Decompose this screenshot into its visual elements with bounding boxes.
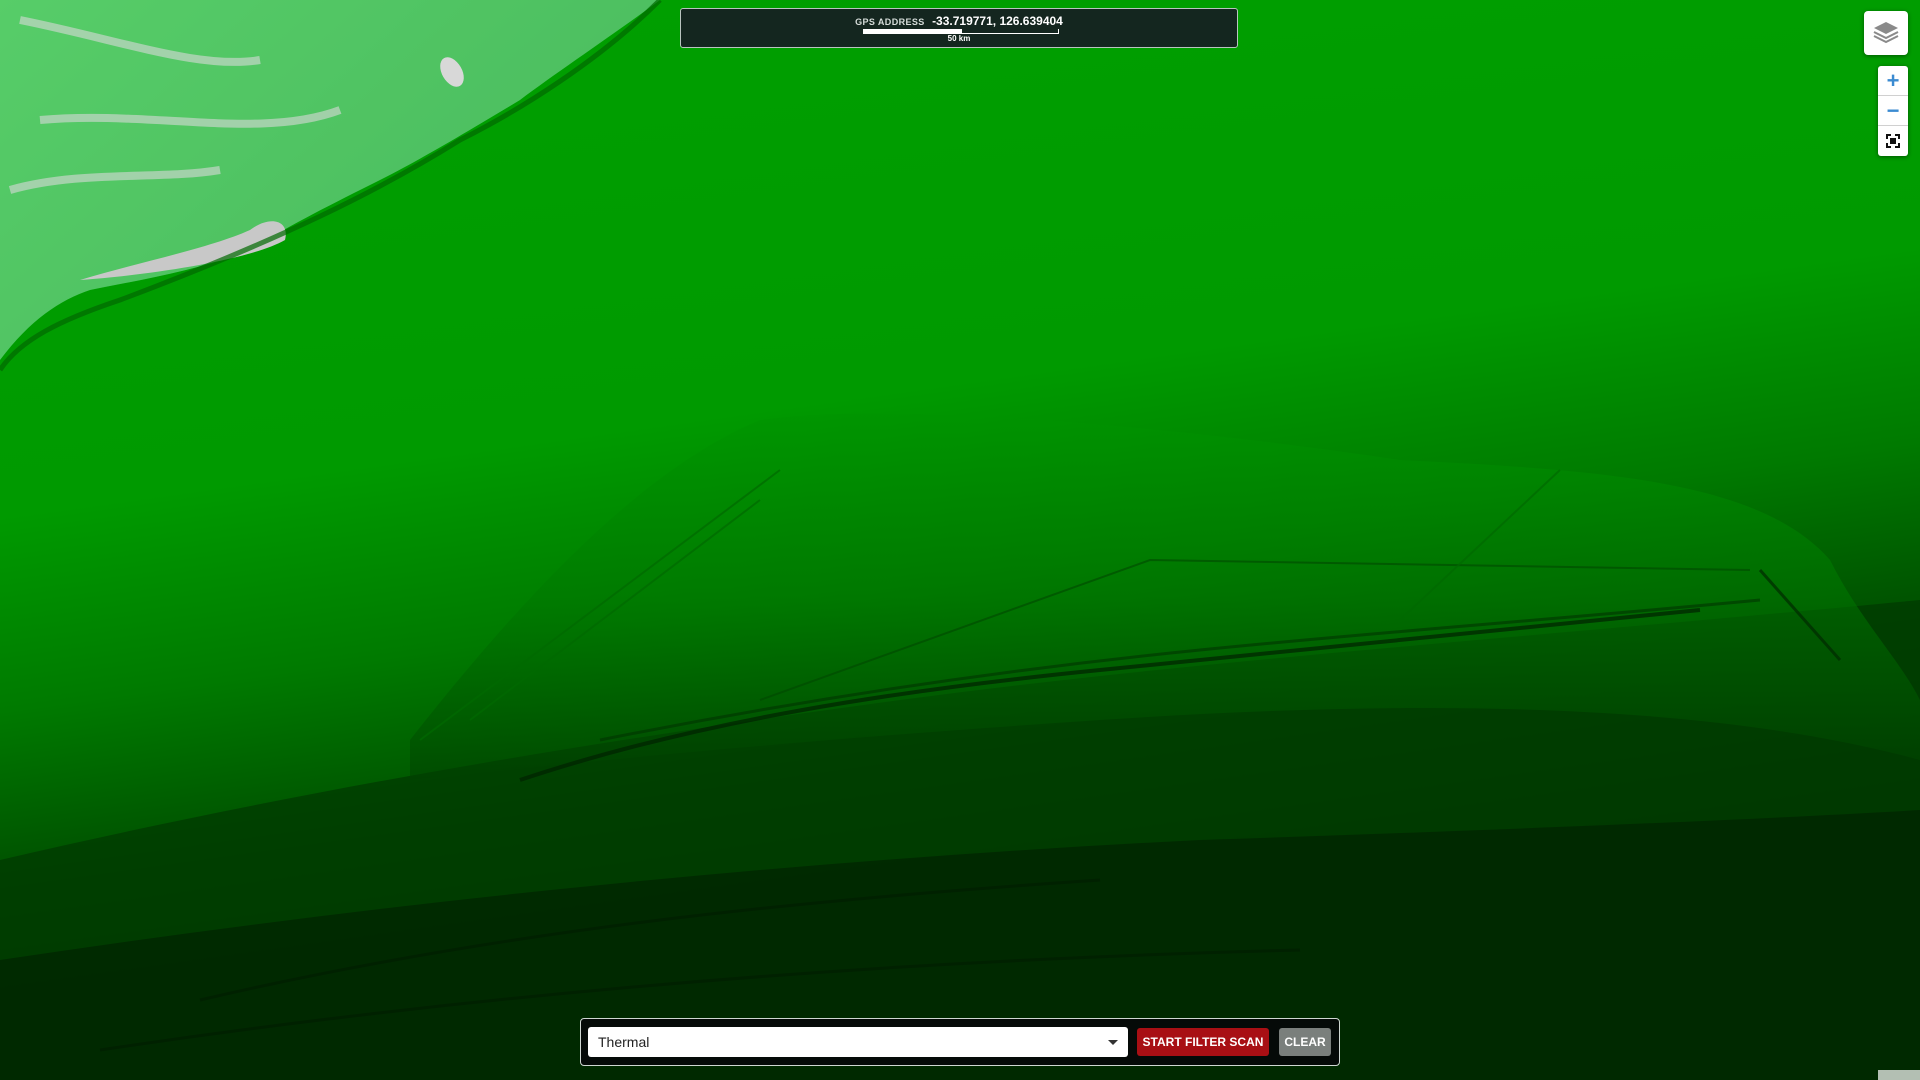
map-attribution[interactable] <box>1878 1070 1920 1080</box>
fullscreen-button[interactable] <box>1878 126 1908 156</box>
layers-button[interactable] <box>1864 11 1908 55</box>
zoom-controls: + − <box>1878 66 1908 156</box>
zoom-in-button[interactable]: + <box>1878 66 1908 96</box>
start-filter-scan-button[interactable]: START FILTER SCAN <box>1137 1028 1269 1056</box>
filter-bar: Thermal START FILTER SCAN CLEAR <box>580 1018 1340 1066</box>
gps-label: GPS ADDRESS <box>855 17 925 27</box>
gps-coordinates: -33.719771, 126.639404 <box>932 14 1063 28</box>
map-canvas[interactable] <box>0 0 1920 1080</box>
gps-line: GPS ADDRESS -33.719771, 126.639404 <box>681 14 1237 29</box>
gps-readout: GPS ADDRESS -33.719771, 126.639404 50 km <box>680 8 1238 48</box>
thermal-terrain-layer <box>0 0 1920 1080</box>
scale-label: 50 km <box>947 34 971 43</box>
scale-bar-fill <box>864 29 962 33</box>
chevron-down-icon <box>1108 1040 1118 1045</box>
zoom-out-button[interactable]: − <box>1878 96 1908 126</box>
layers-icon <box>1873 22 1899 44</box>
filter-select[interactable]: Thermal <box>588 1027 1128 1057</box>
filter-select-value: Thermal <box>598 1034 650 1050</box>
clear-button[interactable]: CLEAR <box>1279 1028 1331 1056</box>
fullscreen-icon <box>1886 134 1900 148</box>
